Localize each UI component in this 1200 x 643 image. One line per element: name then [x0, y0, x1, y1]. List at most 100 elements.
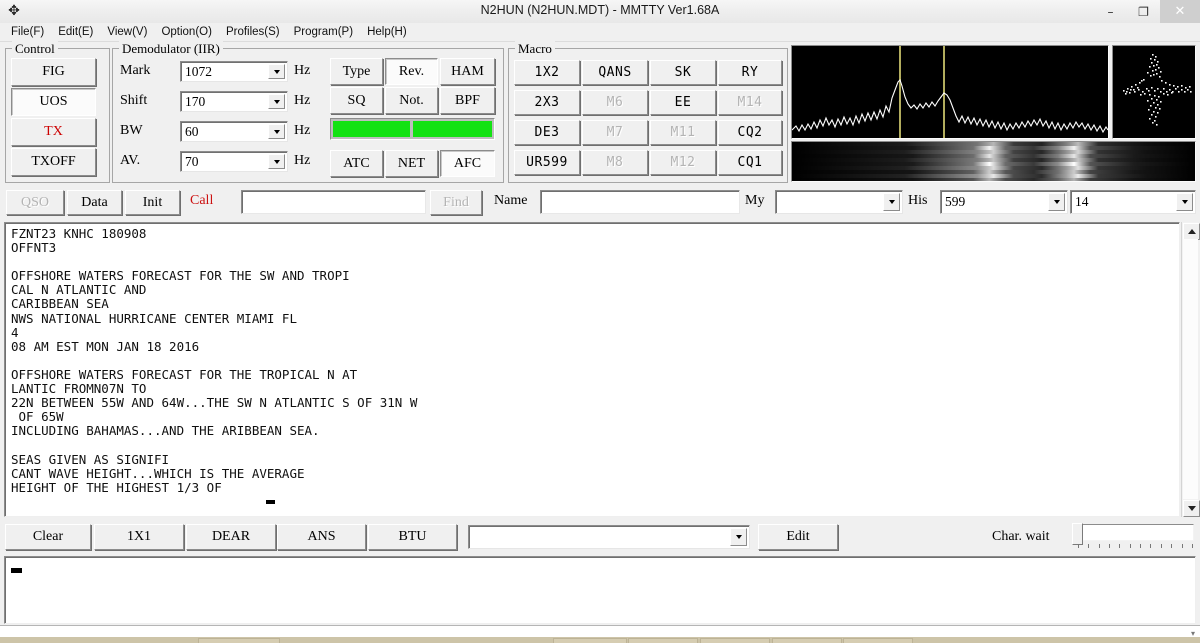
ham-button[interactable]: HAM: [440, 58, 495, 85]
type-button[interactable]: Type: [330, 58, 383, 85]
macro-m14-button[interactable]: M14: [718, 90, 782, 115]
tuning-level-meter: [330, 118, 495, 140]
macro-select-combo[interactable]: [468, 525, 750, 549]
transmit-text-pane[interactable]: [4, 556, 1196, 624]
scrollbar-track[interactable]: [1183, 239, 1198, 499]
menu-option[interactable]: Option(O): [154, 24, 219, 40]
macro-dear-button[interactable]: DEAR: [186, 524, 276, 550]
taskbar-item[interactable]: [772, 638, 842, 643]
chevron-down-icon[interactable]: [268, 94, 285, 109]
his-rst-value: 599: [945, 194, 966, 209]
menu-help[interactable]: Help(H): [360, 24, 414, 40]
av-combo[interactable]: 70: [180, 151, 288, 172]
name-input[interactable]: [540, 190, 740, 214]
uos-button[interactable]: UOS: [11, 88, 96, 116]
macro-qans-button[interactable]: QANS: [582, 60, 648, 85]
macro-m6-button[interactable]: M6: [582, 90, 648, 115]
macro-ur599-button[interactable]: UR599: [514, 150, 580, 175]
menu-view[interactable]: View(V): [100, 24, 154, 40]
edit-button[interactable]: Edit: [758, 524, 838, 550]
his-rst-combo[interactable]: 599: [940, 190, 1068, 214]
bpf-button[interactable]: BPF: [440, 87, 495, 114]
macro-m8-button[interactable]: M8: [582, 150, 648, 175]
macro-de3-button[interactable]: DE3: [514, 120, 580, 145]
macro-cq1-button[interactable]: CQ1: [718, 150, 782, 175]
char-wait-track[interactable]: [1077, 524, 1194, 541]
chevron-down-icon[interactable]: [1176, 193, 1193, 211]
macro-1x1-button[interactable]: 1X1: [94, 524, 184, 550]
taskbar-item[interactable]: [198, 638, 280, 643]
chevron-down-icon[interactable]: [1048, 193, 1065, 211]
char-wait-thumb[interactable]: [1072, 523, 1083, 545]
menu-profiles[interactable]: Profiles(S): [219, 24, 287, 40]
my-combo[interactable]: [775, 190, 903, 214]
menu-bar: File(F) Edit(E) View(V) Option(O) Profil…: [0, 23, 1200, 42]
menu-program[interactable]: Program(P): [287, 24, 360, 40]
receive-text: FZNT23 KNHC 180908 OFFNT3 OFFSHORE WATER…: [11, 226, 418, 495]
bw-value: 60: [185, 123, 199, 139]
taskbar-item[interactable]: [628, 638, 698, 643]
macro-ans-button[interactable]: ANS: [277, 524, 366, 550]
close-button[interactable]: ✕: [1160, 0, 1200, 23]
bw-combo[interactable]: 60: [180, 121, 288, 142]
macro-cq2-button[interactable]: CQ2: [718, 120, 782, 145]
macro-m11-button[interactable]: M11: [650, 120, 716, 145]
macro-sk-button[interactable]: SK: [650, 60, 716, 85]
level-meter-segment-right: [413, 121, 492, 137]
name-label: Name: [494, 193, 528, 208]
chevron-down-icon[interactable]: [730, 528, 747, 546]
chevron-down-icon[interactable]: [268, 154, 285, 169]
atc-button[interactable]: ATC: [330, 150, 383, 177]
notch-button[interactable]: Not.: [385, 87, 438, 114]
txoff-button[interactable]: TXOFF: [11, 148, 96, 176]
macro-1x2-button[interactable]: 1X2: [514, 60, 580, 85]
av-label: AV.: [120, 153, 141, 168]
scroll-down-icon[interactable]: [1183, 500, 1200, 517]
maximize-button[interactable]: ❐: [1127, 0, 1160, 23]
av-unit: Hz: [294, 153, 311, 168]
shift-label: Shift: [120, 93, 148, 108]
window-title: N2HUN (N2HUN.MDT) - MMTTY Ver1.68A: [480, 3, 720, 17]
macro-m12-button[interactable]: M12: [650, 150, 716, 175]
menu-file[interactable]: File(F): [4, 24, 51, 40]
afc-button[interactable]: AFC: [440, 150, 495, 177]
receive-scrollbar[interactable]: [1181, 222, 1200, 517]
spectrum-trace: [792, 46, 1108, 138]
tx-button[interactable]: TX: [11, 118, 96, 146]
clear-button[interactable]: Clear: [5, 524, 91, 550]
data-button[interactable]: Data: [67, 190, 122, 215]
fig-button[interactable]: FIG: [11, 58, 96, 86]
chevron-down-icon[interactable]: [268, 64, 285, 79]
taskbar-item[interactable]: [553, 638, 627, 643]
receive-text-pane[interactable]: FZNT23 KNHC 180908 OFFNT3 OFFSHORE WATER…: [4, 222, 1180, 517]
macro-btu-button[interactable]: BTU: [368, 524, 457, 550]
mark-combo[interactable]: 1072: [180, 61, 288, 82]
mark-label: Mark: [120, 63, 151, 78]
fft-spectrum-display[interactable]: [791, 45, 1109, 139]
his-nr-combo[interactable]: 14: [1070, 190, 1196, 214]
chevron-down-icon[interactable]: [883, 193, 900, 211]
macro-2x3-button[interactable]: 2X3: [514, 90, 580, 115]
init-button[interactable]: Init: [125, 190, 180, 215]
qso-button[interactable]: QSO: [6, 190, 64, 215]
call-input[interactable]: [241, 190, 426, 214]
rev-button[interactable]: Rev.: [385, 58, 438, 85]
minimize-button[interactable]: –: [1094, 0, 1127, 23]
waterfall-display[interactable]: [791, 141, 1196, 182]
taskbar-item[interactable]: [700, 638, 770, 643]
menu-edit[interactable]: Edit(E): [51, 24, 100, 40]
scroll-up-icon[interactable]: [1183, 223, 1200, 240]
shift-combo[interactable]: 170: [180, 91, 288, 112]
char-wait-slider[interactable]: [1072, 523, 1196, 551]
macro-ee-button[interactable]: EE: [650, 90, 716, 115]
demodulator-group-legend: Demodulator (IIR): [119, 41, 223, 57]
macro-ry-button[interactable]: RY: [718, 60, 782, 85]
macro-m7-button[interactable]: M7: [582, 120, 648, 145]
find-button[interactable]: Find: [430, 190, 482, 215]
transmit-caret: [11, 568, 22, 573]
sq-button[interactable]: SQ: [330, 87, 383, 114]
chevron-down-icon[interactable]: [268, 124, 285, 139]
taskbar-item[interactable]: [843, 638, 913, 643]
net-button[interactable]: NET: [385, 150, 438, 177]
xy-scope-display[interactable]: [1112, 45, 1196, 139]
